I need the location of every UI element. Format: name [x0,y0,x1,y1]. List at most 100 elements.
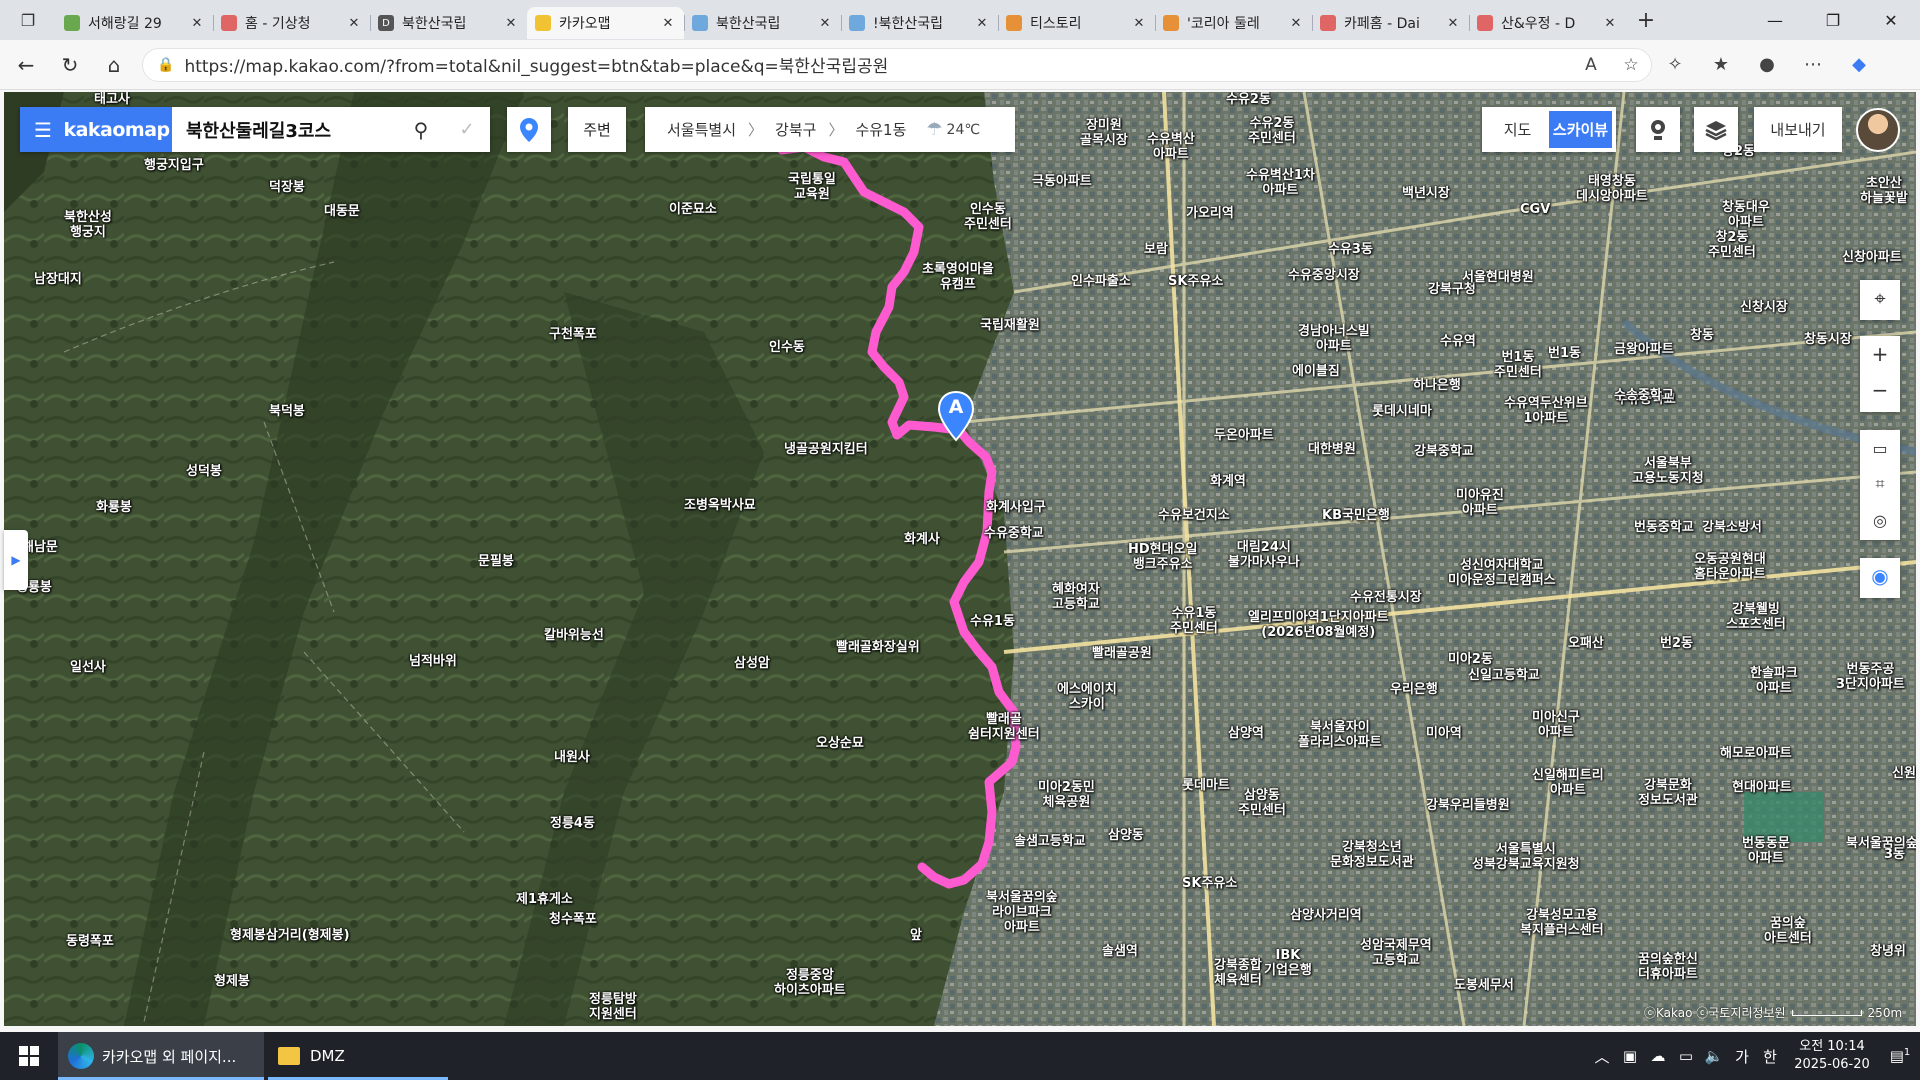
map-label[interactable]: 초안산 하늘꽃밭 [1860,176,1908,206]
map-label[interactable]: 정릉중앙 하이츠아파트 [774,968,846,998]
map-label[interactable]: 롯데마트 [1182,778,1230,793]
map-label[interactable]: 빨래골화장실위 [836,640,920,655]
map-label[interactable]: 삼양역 [1228,726,1264,741]
map-label[interactable]: 삼양사거리역 [1290,908,1362,923]
place-pin-button[interactable] [507,107,551,152]
map-label[interactable]: 국립통일 교육원 [788,172,836,202]
map-label[interactable]: 수유전통시장 [1350,590,1422,605]
map-label[interactable]: 강북소방서 [1702,520,1762,535]
close-window-button[interactable]: ✕ [1862,11,1920,30]
browser-tab[interactable]: D 북한산국립 ✕ [370,7,527,39]
favorite-star-icon[interactable]: ☆ [1611,55,1651,75]
browser-tab[interactable]: !북한산국립 ✕ [841,7,998,39]
back-button[interactable]: ← [8,47,44,83]
map-label[interactable]: 빨래골 쉼터지원센터 [968,712,1040,742]
notification-icon[interactable]: ▤1 [1880,1047,1920,1065]
map-label[interactable]: 서울특별시 성북강북교육지원청 [1472,842,1580,872]
map-label[interactable]: 수유역두산위브 1아파트 [1504,396,1588,426]
map-label[interactable]: 에스에이치 스카이 [1057,682,1117,712]
maximize-button[interactable]: ❐ [1804,11,1862,30]
map-label[interactable]: 덕장봉 [269,180,305,195]
new-tab-button[interactable]: + [1626,8,1666,33]
map-label[interactable]: 조병옥박사묘 [684,498,756,513]
map-label[interactable]: 북서울꿈의숲 [1846,836,1916,851]
map-label[interactable]: IBK 기업은행 [1264,948,1312,978]
map-label[interactable]: 창동시장 [1804,332,1852,347]
map-label[interactable]: 미아2동 [1448,652,1493,667]
roadview-button[interactable] [1636,107,1680,152]
map-label[interactable]: 미아신구 아파트 [1532,710,1580,740]
map-label[interactable]: 서울현대병원 [1462,270,1534,285]
check-icon[interactable]: ✓ [444,119,490,140]
breadcrumb-dong[interactable]: 수유1동 [855,119,906,140]
radius-measure-icon[interactable]: ◎ [1860,502,1900,538]
ime-mode-icon[interactable]: 가 [1728,1046,1756,1067]
map-label[interactable]: 미아2동민 체육공원 [1038,780,1095,810]
map-label[interactable]: 대림24시 불가마사우나 [1228,540,1300,570]
map-label[interactable]: 강북우리들병원 [1426,798,1510,813]
map-label[interactable]: CGV [1520,202,1550,217]
map-label[interactable]: 정릉4동 [550,816,595,831]
map-label[interactable]: 서울북부 고용노동지청 [1632,456,1704,486]
home-button[interactable]: ⌂ [96,47,132,83]
map-label[interactable]: 번1동 [1548,346,1581,361]
close-tab-icon[interactable]: ✕ [346,16,362,31]
map-label[interactable]: 수유벽산 아파트 [1147,132,1195,162]
map-label[interactable]: 신일해피트리 아파트 [1532,768,1604,798]
map-label[interactable]: 행궁지입구 [144,158,204,173]
map-label[interactable]: 화계사입구 [986,500,1046,515]
map-label[interactable]: 신창아파트 [1842,250,1902,265]
map-label[interactable]: 북서울꿈의숲 라이브파크 아파트 [986,890,1058,935]
map-label[interactable]: 냉골공원지킴터 [784,442,868,457]
map-label[interactable]: 솔샘역 [1102,944,1138,959]
map-label[interactable]: 화계역 [1210,474,1246,489]
map-label[interactable]: 삼성암 [734,656,770,671]
expand-sidebar-button[interactable]: ▶ [4,530,28,590]
search-input[interactable]: 북한산둘레길3코스 [172,117,398,143]
map-label[interactable]: 남장대지 [34,272,82,287]
search-icon[interactable]: ⚲ [398,118,444,142]
address-bar[interactable]: 🔒 https://map.kakao.com/?from=total&nil_… [142,47,1652,82]
map-label[interactable]: 태영창동 데시앙아파트 [1576,174,1648,204]
browser-tab[interactable]: 산&우정 - D ✕ [1469,7,1626,39]
map-label[interactable]: 혜화여자 고등학교 [1052,582,1100,612]
map-label[interactable]: 인수동 [769,340,805,355]
weather-widget[interactable]: ☂ 24℃ [926,119,980,140]
map-label[interactable]: 문필봉 [478,554,514,569]
close-tab-icon[interactable]: ✕ [1131,16,1147,31]
current-location-button[interactable]: ⌖ [1860,280,1900,320]
ime-indicator[interactable]: 한 [1756,1046,1784,1067]
map-label[interactable]: 번동동문 아파트 [1742,836,1790,866]
map-label[interactable]: 대동문 [324,204,360,219]
map-label[interactable]: 강북문화 정보도서관 [1638,778,1698,808]
cloud-icon[interactable]: ☁ [1644,1047,1672,1065]
kakaomap-brand[interactable]: ☰ kakaomap [20,107,172,152]
map-label[interactable]: 꿈의숲 아트센터 [1764,916,1812,946]
map-label[interactable]: 오동공원현대 홈타운아파트 [1694,552,1766,582]
browser-tab[interactable]: 북한산국립 ✕ [684,7,841,39]
map-label[interactable]: 이준묘소 [669,202,717,217]
map-label[interactable]: 빨래골공원 [1092,646,1152,661]
map-label[interactable]: 우리은행 [1390,682,1438,697]
map-label[interactable]: 창동 [1690,328,1714,343]
map-label[interactable]: 엘리프미아역1단지아파트 (2026년08월예정) [1248,610,1389,640]
close-tab-icon[interactable]: ✕ [1602,16,1618,31]
map-label[interactable]: 미아역 [1426,726,1462,741]
taskbar-app-edge[interactable]: 카카오맵 외 페이지... [58,1032,264,1080]
map-label[interactable]: 해모로아파트 [1720,746,1792,761]
map-label[interactable]: 두온아파트 [1214,428,1274,443]
map-label[interactable]: 칼바위능선 [544,628,604,643]
close-tab-icon[interactable]: ✕ [189,16,205,31]
close-tab-icon[interactable]: ✕ [1288,16,1304,31]
close-tab-icon[interactable]: ✕ [1445,16,1461,31]
ruler-icon[interactable]: ▭ [1860,430,1900,466]
map-label[interactable]: 신일고등학교 [1468,668,1540,683]
map-label[interactable]: 태고사 [94,92,130,107]
map-label[interactable]: 수유중학교 [984,526,1044,541]
profile-icon[interactable]: ● [1744,54,1790,75]
map-label[interactable]: 가오리역 [1186,206,1234,221]
url-text[interactable]: https://map.kakao.com/?from=total&nil_su… [184,52,1571,77]
map-label[interactable]: 수유역 [1440,334,1476,349]
chevron-up-icon[interactable]: ︿ [1588,1046,1616,1067]
map-label[interactable]: 보람 [1144,242,1168,257]
